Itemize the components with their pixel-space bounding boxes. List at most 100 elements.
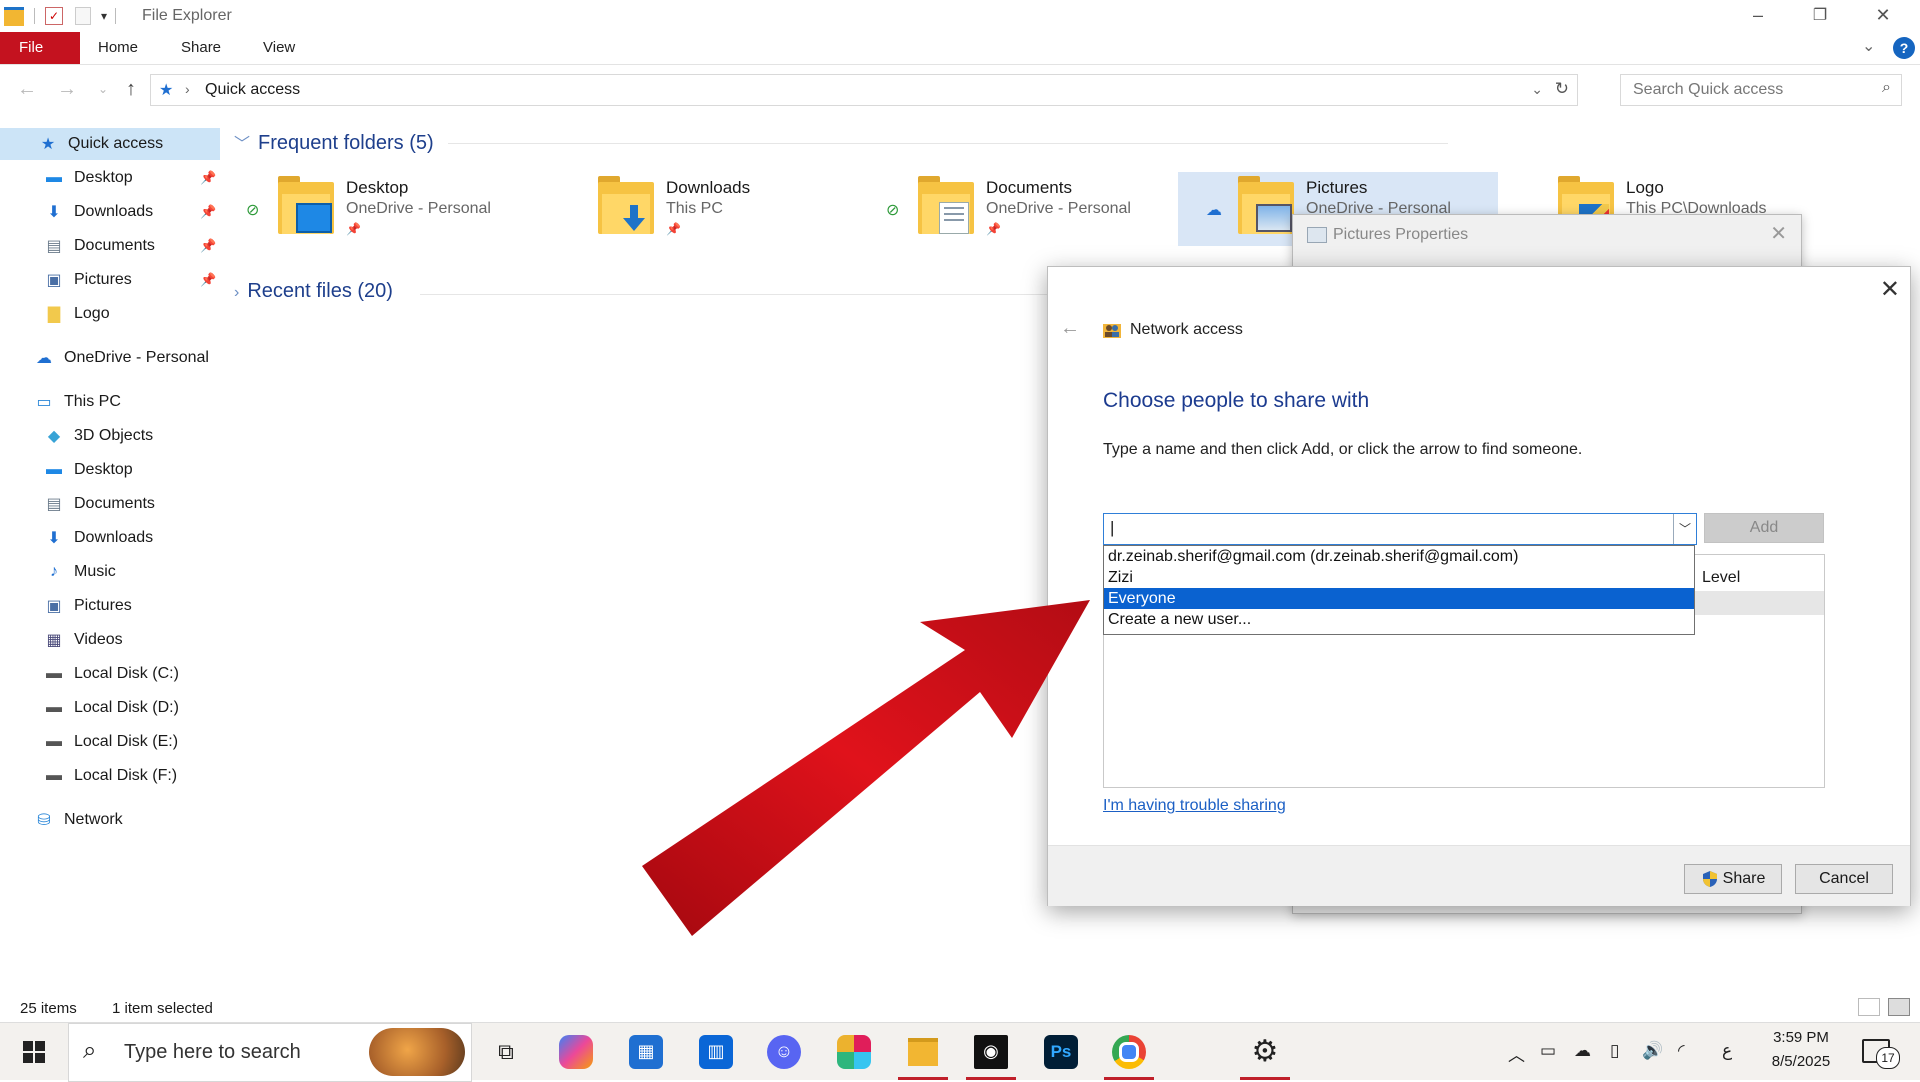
pin-icon[interactable]: 📌 bbox=[200, 238, 216, 254]
dialog-footer: Share Cancel bbox=[1048, 845, 1910, 906]
file-explorer-button[interactable] bbox=[898, 1023, 948, 1080]
forward-arrow-icon[interactable]: → bbox=[56, 78, 78, 100]
trello-icon: ▥ bbox=[699, 1034, 733, 1069]
sidebar-item-label: Documents bbox=[74, 495, 155, 512]
folder-app-icon bbox=[4, 6, 24, 26]
sidebar-item-label: Pictures bbox=[74, 597, 132, 614]
title-bar: ✓ ▾ File Explorer – ❐ ✕ bbox=[0, 0, 1920, 32]
discord-button[interactable]: ☺ bbox=[764, 1023, 804, 1080]
dropdown-option[interactable]: dr.zeinab.sherif@gmail.com (dr.zeinab.sh… bbox=[1104, 546, 1694, 567]
photoshop-button[interactable]: Ps bbox=[1036, 1023, 1086, 1080]
frequent-folders-header[interactable]: ﹀ Frequent folders (5) bbox=[234, 130, 434, 155]
sidebar-item-local-disk-d[interactable]: ▬ Local Disk (D:) bbox=[0, 692, 220, 724]
trello-button[interactable]: ▥ bbox=[696, 1023, 736, 1080]
new-folder-icon[interactable] bbox=[75, 7, 91, 25]
notifications-button[interactable]: 17 bbox=[1860, 1037, 1900, 1069]
list-row[interactable] bbox=[1694, 591, 1824, 615]
sidebar-item-3d-objects[interactable]: ◆ 3D Objects bbox=[0, 420, 220, 452]
close-button[interactable]: ✕ bbox=[1852, 0, 1914, 30]
sidebar-item-this-pc[interactable]: ▭ This PC bbox=[0, 386, 220, 418]
minimize-button[interactable]: – bbox=[1727, 0, 1789, 30]
large-icons-view-icon[interactable] bbox=[1888, 998, 1910, 1016]
sidebar-item-documents[interactable]: ▤ Documents bbox=[0, 488, 220, 520]
recent-files-header[interactable]: › Recent files (20) bbox=[234, 280, 393, 303]
sidebar-item-local-disk-c[interactable]: ▬ Local Disk (C:) bbox=[0, 658, 220, 690]
sidebar-item-logo[interactable]: ▇ Logo bbox=[0, 298, 220, 330]
pin-icon[interactable]: 📌 bbox=[200, 170, 216, 186]
search-input[interactable]: Search Quick access ⌕ bbox=[1620, 74, 1902, 106]
close-icon[interactable]: ✕ bbox=[1880, 275, 1900, 304]
customize-toolbar-icon[interactable]: ▾ bbox=[101, 9, 107, 23]
close-icon[interactable]: ✕ bbox=[1770, 221, 1787, 246]
media-app-button[interactable]: ◉ bbox=[966, 1023, 1016, 1080]
dropdown-option[interactable]: Create a new user... bbox=[1104, 609, 1694, 630]
clock-date[interactable]: 8/5/2025 bbox=[1768, 1053, 1834, 1070]
folder-tile-downloads[interactable]: Downloads This PC 📌 bbox=[538, 172, 858, 246]
settings-button[interactable]: ⚙ bbox=[1240, 1023, 1290, 1080]
taskbar-search-input[interactable]: ⌕ Type here to search bbox=[68, 1023, 472, 1082]
dropdown-option[interactable]: Everyone bbox=[1104, 588, 1694, 609]
folder-tile-documents[interactable]: ⊘ Documents OneDrive - Personal 📌 bbox=[858, 172, 1178, 246]
sidebar-item-music[interactable]: ♪ Music bbox=[0, 556, 220, 588]
sidebar-item-pictures[interactable]: ▣ Pictures bbox=[0, 590, 220, 622]
sidebar-item-desktop[interactable]: ▬ Desktop 📌 bbox=[0, 162, 220, 194]
sidebar-item-network[interactable]: ⛁ Network bbox=[0, 804, 220, 836]
tab-share[interactable]: Share bbox=[163, 32, 239, 64]
sidebar-item-pictures[interactable]: ▣ Pictures 📌 bbox=[0, 264, 220, 296]
clock-time[interactable]: 3:59 PM bbox=[1768, 1029, 1834, 1046]
trouble-sharing-link[interactable]: I'm having trouble sharing bbox=[1103, 797, 1286, 815]
help-icon[interactable]: ? bbox=[1893, 37, 1915, 59]
volume-icon[interactable]: 🔊 bbox=[1642, 1041, 1663, 1061]
sidebar-item-local-disk-e[interactable]: ▬ Local Disk (E:) bbox=[0, 726, 220, 758]
battery-icon[interactable]: ▯ bbox=[1610, 1041, 1619, 1061]
recent-locations-icon[interactable]: ⌄ bbox=[92, 78, 114, 100]
restore-button[interactable]: ❐ bbox=[1789, 0, 1851, 30]
back-arrow-icon[interactable]: ← bbox=[16, 78, 38, 100]
chrome-button[interactable] bbox=[1104, 1023, 1154, 1080]
chevron-up-icon[interactable]: ︿ bbox=[1508, 1041, 1525, 1066]
pin-icon[interactable]: 📌 bbox=[200, 272, 216, 288]
folder-name: Pictures bbox=[1306, 178, 1368, 197]
address-box[interactable]: ★ › Quick access ⌄ ↻ bbox=[150, 74, 1578, 106]
sidebar-item-downloads[interactable]: ⬇ Downloads 📌 bbox=[0, 196, 220, 228]
sidebar-item-desktop[interactable]: ▬ Desktop bbox=[0, 454, 220, 486]
sidebar-item-downloads[interactable]: ⬇ Downloads bbox=[0, 522, 220, 554]
discord-icon: ☺ bbox=[767, 1034, 801, 1069]
wifi-icon[interactable]: ◜ bbox=[1678, 1041, 1685, 1061]
dropdown-option[interactable]: Zizi bbox=[1104, 567, 1694, 588]
share-button[interactable]: Share bbox=[1684, 864, 1782, 894]
folder-tile-desktop[interactable]: ⊘ Desktop OneDrive - Personal 📌 bbox=[218, 172, 538, 246]
network-icon: ⛁ bbox=[37, 812, 51, 829]
tab-home[interactable]: Home bbox=[80, 32, 156, 64]
details-view-icon[interactable] bbox=[1858, 998, 1880, 1016]
properties-check-icon[interactable]: ✓ bbox=[45, 7, 63, 25]
cloud-icon: ☁ bbox=[36, 350, 52, 367]
sidebar-item-quick-access[interactable]: ★ Quick access bbox=[0, 128, 220, 160]
up-arrow-icon[interactable]: ↑ bbox=[120, 78, 142, 100]
slack-button[interactable] bbox=[834, 1023, 874, 1080]
chevron-down-icon[interactable]: ⌄ bbox=[1531, 81, 1543, 98]
user-name-combobox[interactable]: | ﹀ bbox=[1103, 513, 1697, 545]
add-button[interactable]: Add bbox=[1704, 513, 1824, 543]
expand-ribbon-icon[interactable]: ⌄ bbox=[1862, 36, 1875, 56]
refresh-icon[interactable]: ↻ bbox=[1555, 79, 1569, 99]
sidebar-item-videos[interactable]: ▦ Videos bbox=[0, 624, 220, 656]
sidebar-item-local-disk-f[interactable]: ▬ Local Disk (F:) bbox=[0, 760, 220, 792]
sidebar-item-documents[interactable]: ▤ Documents 📌 bbox=[0, 230, 220, 262]
task-view-button[interactable]: ⧉ bbox=[486, 1023, 526, 1080]
tab-view[interactable]: View bbox=[245, 32, 313, 64]
device-icon[interactable]: ▭ bbox=[1540, 1041, 1556, 1061]
star-icon: ★ bbox=[40, 136, 56, 153]
store-button[interactable]: ▦ bbox=[626, 1023, 666, 1080]
copilot-button[interactable] bbox=[556, 1023, 596, 1080]
start-button[interactable] bbox=[12, 1023, 56, 1080]
user-dropdown-list[interactable]: dr.zeinab.sherif@gmail.com (dr.zeinab.sh… bbox=[1103, 545, 1695, 635]
back-arrow-icon[interactable]: ← bbox=[1060, 317, 1080, 340]
chevron-down-icon[interactable]: ﹀ bbox=[1673, 514, 1696, 544]
onedrive-cloud-icon[interactable]: ☁ bbox=[1574, 1041, 1591, 1061]
tab-file[interactable]: File bbox=[0, 32, 80, 64]
language-indicator[interactable]: ع bbox=[1722, 1041, 1732, 1061]
pin-icon[interactable]: 📌 bbox=[200, 204, 216, 220]
sidebar-item-onedrive-personal[interactable]: ☁ OneDrive - Personal bbox=[0, 342, 220, 374]
cancel-button[interactable]: Cancel bbox=[1795, 864, 1893, 894]
